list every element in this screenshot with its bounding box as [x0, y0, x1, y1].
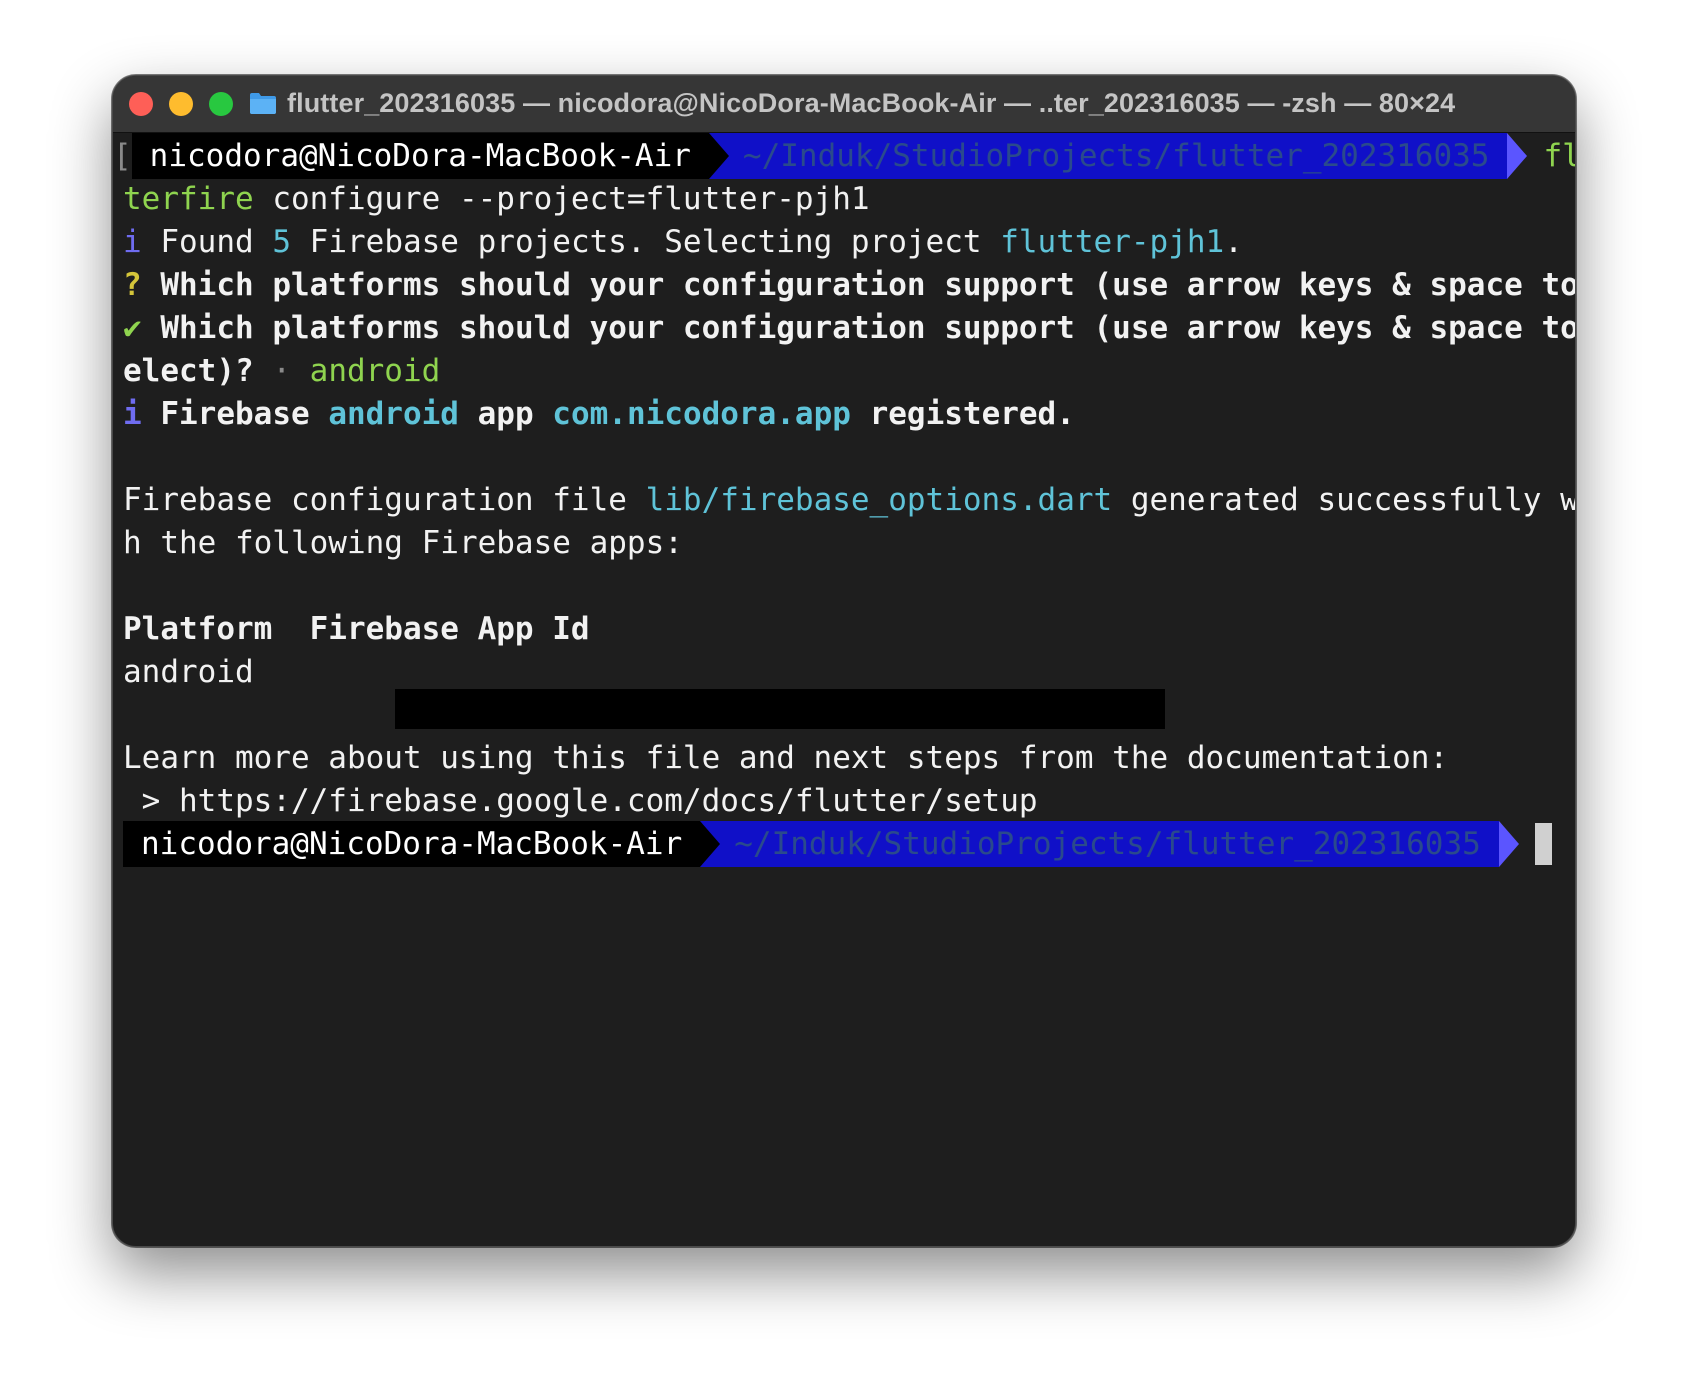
prompt-path-segment: ~/Induk/StudioProjects/flutter_202316035	[700, 821, 1499, 867]
folder-icon	[250, 93, 276, 114]
prompt-separator-icon	[708, 133, 729, 179]
zoom-icon[interactable]	[209, 92, 233, 116]
table-row: android	[123, 654, 254, 690]
table-header: Platform Firebase App Id	[123, 611, 590, 647]
prompt-user-host: nicodora@NicoDora-MacBook-Air	[131, 133, 709, 179]
command-part-1: flut	[1543, 138, 1575, 174]
answered-text-end: elect)?	[123, 353, 254, 389]
found-count: 5	[272, 224, 291, 260]
answered-line: ✔ Which platforms should your configurat…	[123, 305, 1576, 351]
question-text: Which platforms should your configuratio…	[141, 267, 1576, 303]
window-title: flutter_202316035 — nicodora@NicoDora-Ma…	[287, 88, 1456, 118]
generated-file: lib/firebase_options.dart	[645, 482, 1113, 518]
question-line: ? Which platforms should your configurat…	[123, 262, 1576, 308]
generated-text-a: Firebase configuration file	[123, 482, 646, 518]
registered-text-a: Firebase	[141, 396, 329, 432]
prompt-end-icon	[1507, 133, 1528, 179]
registered-line: i Firebase android app com.nicodora.app …	[123, 391, 1075, 437]
prompt-path-segment: ~/Induk/StudioProjects/flutter_202316035	[708, 133, 1508, 179]
registered-text-b: app	[458, 396, 553, 432]
prompt-separator-icon	[700, 821, 721, 867]
learn-more-line: Learn more about using this file and nex…	[123, 740, 1449, 776]
text-cursor	[1534, 823, 1552, 865]
info-icon: i	[123, 224, 142, 260]
title-bar[interactable]: flutter_202316035 — nicodora@NicoDora-Ma…	[113, 76, 1575, 133]
minimize-icon[interactable]	[169, 92, 193, 116]
prompt-line-2: nicodora@NicoDora-MacBook-Air ~/Induk/Stu…	[123, 821, 1552, 867]
prompt-bracket: [	[113, 138, 132, 174]
command-line-continuation: terfire configure --project=flutter-pjh1	[123, 176, 870, 222]
registered-app-id: com.nicodora.app	[552, 396, 851, 432]
generated-text-b: generated successfully wit	[1112, 482, 1576, 518]
terminal-window: flutter_202316035 — nicodora@NicoDora-Ma…	[112, 75, 1576, 1247]
prompt-user-host: nicodora@NicoDora-MacBook-Air	[123, 821, 701, 867]
selected-platform: android	[309, 353, 441, 389]
found-project: flutter-pjh1	[1000, 224, 1225, 260]
separator-dot: ·	[253, 353, 310, 389]
question-icon: ?	[123, 267, 142, 303]
generated-line: Firebase configuration file lib/firebase…	[123, 477, 1576, 523]
prompt-path: ~/Induk/StudioProjects/flutter_202316035	[742, 138, 1490, 174]
command-part-2: terfire	[123, 181, 254, 217]
found-end: .	[1224, 224, 1243, 260]
registered-end: registered.	[850, 396, 1075, 432]
info-icon: i	[123, 396, 142, 432]
docs-link[interactable]: > https://firebase.google.com/docs/flutt…	[123, 778, 1038, 824]
prompt-end-icon	[1498, 821, 1519, 867]
redacted-app-id	[395, 689, 1165, 729]
prompt-line-1: [nicodora@NicoDora-MacBook-Air ~/Induk/St…	[113, 133, 1575, 179]
generated-line-continuation: h the following Firebase apps:	[123, 525, 683, 561]
found-text-b: Firebase projects. Selecting project	[291, 224, 1001, 260]
found-projects-line: i Found 5 Firebase projects. Selecting p…	[123, 219, 1243, 265]
prompt-path: ~/Induk/StudioProjects/flutter_202316035	[734, 826, 1481, 862]
command-args: configure --project=flutter-pjh1	[253, 181, 870, 217]
close-icon[interactable]	[129, 92, 153, 116]
check-icon: ✔	[123, 310, 142, 346]
registered-platform: android	[328, 396, 459, 432]
answered-line-continuation: elect)? · android	[123, 348, 440, 394]
answered-text: Which platforms should your configuratio…	[141, 310, 1576, 346]
found-text-a: Found	[141, 224, 273, 260]
